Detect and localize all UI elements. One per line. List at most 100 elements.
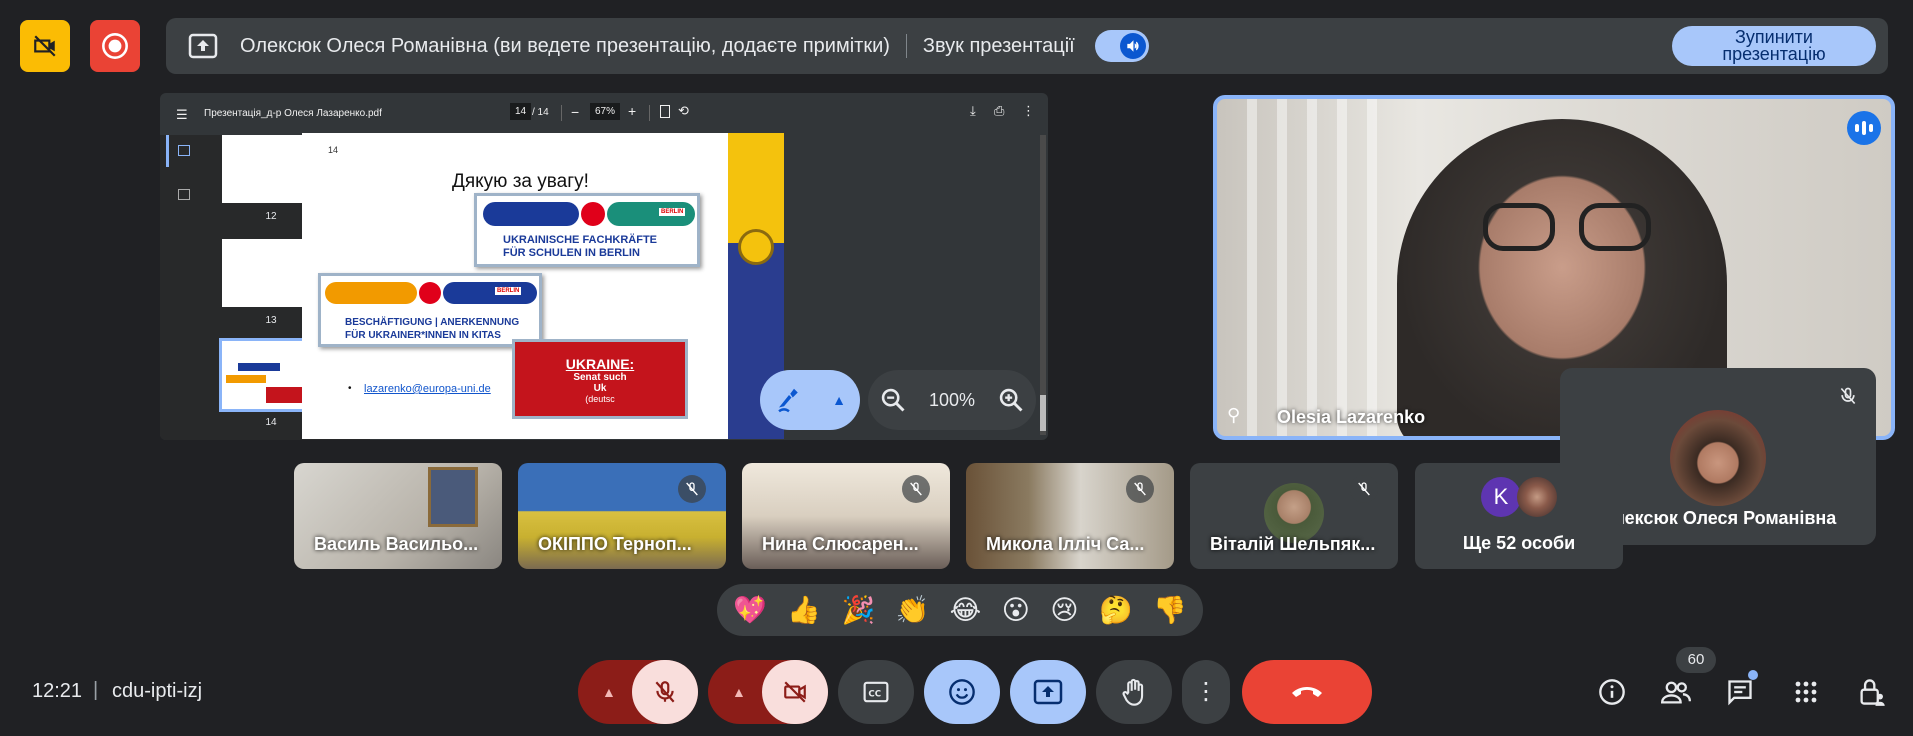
pdf-zoom-value[interactable]: 67%: [590, 103, 621, 120]
reaction-sparkling-heart[interactable]: 💖: [733, 594, 767, 626]
chat-button[interactable]: [1720, 670, 1760, 712]
fit-page-icon[interactable]: [660, 105, 670, 118]
reaction-surprised[interactable]: 😮: [1002, 595, 1030, 626]
captions-button[interactable]: CC: [838, 660, 914, 724]
download-icon[interactable]: ⤓: [970, 103, 976, 119]
zoom-out-icon[interactable]: [879, 386, 907, 414]
reaction-tears-of-joy[interactable]: 😂: [950, 595, 982, 626]
mic-toggle-button[interactable]: [632, 660, 698, 724]
pin-icon[interactable]: ⚲: [1227, 405, 1240, 426]
mic-off-icon: [678, 475, 706, 503]
reaction-party-popper[interactable]: 🎉: [841, 594, 875, 626]
mic-off-icon: [1126, 475, 1154, 503]
thumbnail-view-icon[interactable]: [166, 135, 169, 167]
reactions-bar: 💖 👍 🎉 👏 😂 😮 😢 🤔 👎: [717, 584, 1203, 636]
reaction-thumbs-up[interactable]: 👍: [787, 594, 821, 626]
speaking-indicator-icon: [1847, 111, 1881, 145]
pdf-divider-2: [649, 105, 650, 121]
reaction-thinking[interactable]: 🤔: [1099, 594, 1133, 626]
activities-button[interactable]: [1786, 672, 1826, 712]
people-icon: [1661, 681, 1691, 704]
reaction-crying[interactable]: 😢: [1050, 595, 1078, 626]
menu-icon[interactable]: ☰: [176, 107, 188, 123]
people-count-badge: 60: [1676, 647, 1716, 673]
presentation-banner: Олексюк Олеся Романівна (ви ведете презе…: [166, 18, 1888, 74]
present-now-button[interactable]: [1010, 660, 1086, 724]
participant-tile[interactable]: ОКІППО Терноп...: [518, 463, 726, 569]
pdf-filename: Презентація_д-р Олеся Лазаренко.pdf: [204, 108, 382, 119]
meeting-code: cdu-ipti-izj: [112, 680, 203, 702]
apps-grid-icon: [1795, 681, 1817, 703]
pdf-main-scrollbar[interactable]: [1040, 135, 1046, 435]
more-participants-tile[interactable]: K Ще 52 особи: [1415, 463, 1623, 569]
present-screen-icon: [188, 33, 218, 59]
more-participants-label: Ще 52 особи: [1462, 533, 1576, 553]
svg-text:CC: CC: [868, 689, 881, 699]
pdf-page-total: / 14: [532, 107, 549, 118]
logo1-line1: UKRAINISCHE FACHKRÄFTE: [503, 234, 657, 246]
participant-name: ОКІППО Терноп...: [538, 534, 692, 554]
more-vert-icon[interactable]: ⋮: [1022, 103, 1035, 119]
mic-off-icon: [902, 475, 930, 503]
glasses: [1483, 203, 1653, 253]
email-bullet: •: [348, 383, 352, 394]
zoom-in-icon[interactable]: [997, 386, 1025, 414]
chat-icon: [1728, 680, 1752, 706]
raise-hand-button[interactable]: [1096, 660, 1172, 724]
logo-beschaeftigung: BERLIN BESCHÄFTIGUNG | ANERKENNUNG FÜR UK…: [318, 273, 542, 347]
participant-tile[interactable]: Віталій Шельпяк...: [1190, 463, 1398, 569]
lock-person-icon: [1860, 679, 1885, 706]
reaction-thumbs-down[interactable]: 👎: [1153, 594, 1187, 626]
annotation-tools-control[interactable]: ▲: [760, 370, 860, 430]
chevron-up-icon[interactable]: ▲: [832, 392, 846, 408]
bottom-separator: |: [93, 679, 99, 701]
banner-divider: [905, 34, 907, 58]
people-button[interactable]: [1656, 672, 1696, 712]
berlin-label: BERLIN: [495, 287, 522, 295]
participant-tile[interactable]: Василь Васильо...: [294, 463, 502, 569]
more-vert-icon: ⋮: [1194, 678, 1218, 705]
participant-name: Микола Ілліч Са...: [986, 534, 1145, 554]
meeting-details-button[interactable]: [1592, 672, 1632, 712]
outline-icon[interactable]: [178, 189, 190, 200]
reactions-button[interactable]: [924, 660, 1000, 724]
zoom-in-icon[interactable]: +: [628, 103, 636, 119]
pdf-page-input[interactable]: 14: [510, 103, 532, 120]
more-options-button[interactable]: ⋮: [1182, 660, 1230, 724]
zoom-level: 100%: [928, 389, 976, 410]
camera-toggle-button[interactable]: [762, 660, 828, 724]
pdf-divider: [561, 105, 562, 121]
video-off-icon: [784, 681, 806, 703]
email-link[interactable]: lazarenko@europa-uni.de: [364, 383, 491, 395]
participant-name: Василь Васильо...: [314, 534, 479, 554]
self-avatar: [1670, 410, 1766, 506]
stop-presenting-button[interactable]: Зупинити презентацію: [1672, 26, 1876, 66]
pen-annotate-icon[interactable]: [774, 385, 804, 415]
reaction-clapping[interactable]: 👏: [896, 594, 930, 626]
berlin-label: BERLIN: [659, 208, 686, 216]
slide-yellow-stripe: [728, 133, 784, 243]
logo2-line1: BESCHÄFTIGUNG | ANERKENNUNG: [345, 317, 520, 328]
recording-indicator-button[interactable]: [90, 20, 140, 72]
leave-call-button[interactable]: [1242, 660, 1372, 724]
hand-icon: [1122, 678, 1144, 706]
closed-captions-icon: CC: [863, 681, 889, 703]
university-seal-icon: [738, 229, 774, 265]
rotate-icon[interactable]: ⟲: [678, 103, 689, 119]
presentation-sound-toggle[interactable]: [1094, 30, 1149, 62]
participant-name: Віталій Шельпяк...: [1210, 534, 1376, 554]
speaker-name: Olesia Lazarenko: [1277, 407, 1426, 427]
camera-off-indicator-button[interactable]: [20, 20, 70, 72]
image-icon[interactable]: [178, 145, 190, 156]
pdf-page-14: 14 Дякую за увагу! BERLIN UKRAINISCHE FA…: [302, 133, 784, 439]
print-icon[interactable]: ⎙: [994, 103, 1004, 119]
zoom-out-icon[interactable]: −: [571, 104, 579, 120]
present-to-all-icon: [1033, 679, 1063, 705]
host-controls-button[interactable]: [1852, 672, 1892, 712]
participant-tile[interactable]: Микола Ілліч Са...: [966, 463, 1174, 569]
participant-tile[interactable]: Нина Слюсарен...: [742, 463, 950, 569]
ukraine-news-box: UKRAINE: Senat such Uk (deutsc: [512, 339, 688, 419]
stop-label-line2: презентацію: [1722, 44, 1826, 64]
record-icon: [102, 33, 128, 59]
unread-dot: [1748, 670, 1758, 680]
